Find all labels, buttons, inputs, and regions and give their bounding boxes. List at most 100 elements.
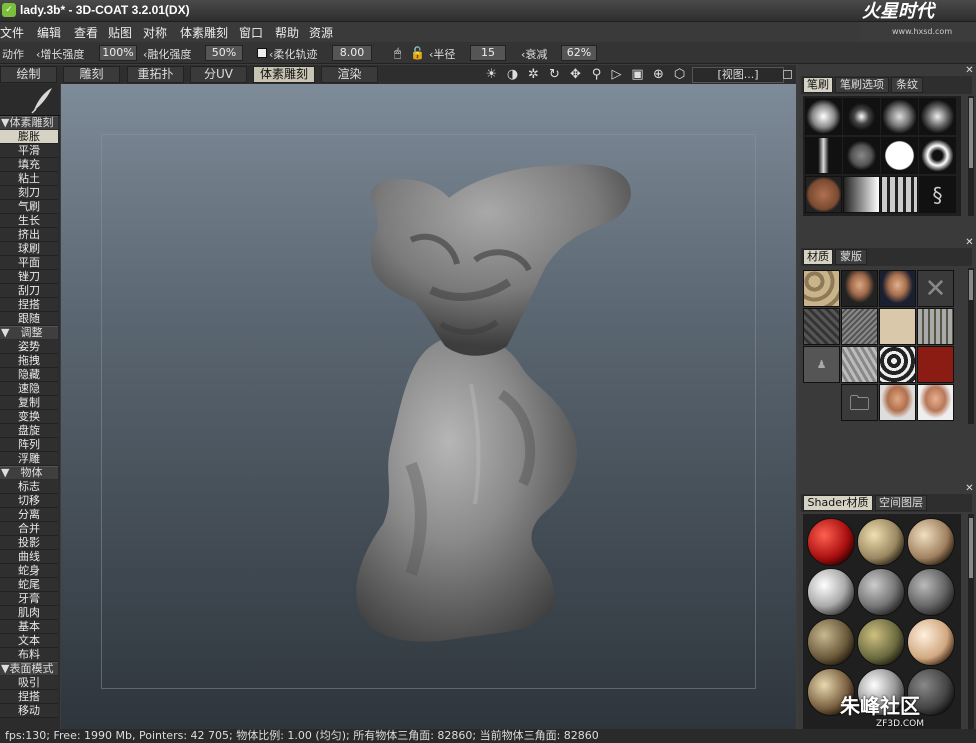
tool-section-header[interactable]: ▼ 物体: [0, 466, 58, 479]
tool-item[interactable]: 牙膏: [0, 592, 58, 606]
material-figure[interactable]: ♟: [803, 346, 840, 383]
tool-item[interactable]: 变换: [0, 410, 58, 424]
viewport-options-square[interactable]: [783, 70, 792, 79]
material-gravel[interactable]: [841, 308, 878, 345]
tool-item[interactable]: 平面: [0, 256, 58, 270]
radius-field[interactable]: 15: [470, 45, 506, 61]
material-face-1[interactable]: [841, 270, 878, 307]
tool-item[interactable]: 球刷: [0, 242, 58, 256]
tab-materials[interactable]: 材质: [803, 249, 833, 265]
material-folder-icon[interactable]: 🗀: [841, 384, 878, 421]
tool-item[interactable]: 生长: [0, 214, 58, 228]
3d-viewport[interactable]: [61, 84, 796, 729]
tool-item[interactable]: 捏搭: [0, 298, 58, 312]
tool-item[interactable]: 挤出: [0, 228, 58, 242]
tool-item[interactable]: 蛇身: [0, 564, 58, 578]
material-head-1[interactable]: [879, 384, 916, 421]
tab-retopo[interactable]: 重拓扑: [127, 66, 184, 83]
tool-item[interactable]: 分离: [0, 508, 58, 522]
menu-help[interactable]: 帮助: [275, 24, 299, 41]
brush-stick[interactable]: [805, 137, 842, 174]
tab-voxel-sculpt[interactable]: 体素雕刻: [253, 66, 315, 83]
brush-stroke-preview[interactable]: [0, 84, 60, 116]
material-head-2[interactable]: [917, 384, 954, 421]
contrast-icon[interactable]: ◑: [505, 67, 520, 82]
material-stone[interactable]: [841, 346, 878, 383]
tool-section-header[interactable]: ▼ 调整: [0, 326, 58, 339]
tool-item[interactable]: 填充: [0, 158, 58, 172]
tool-item[interactable]: 捏搭: [0, 690, 58, 704]
brush-hard-round[interactable]: [881, 137, 918, 174]
brush-small-round[interactable]: [843, 98, 880, 135]
falloff-field[interactable]: 62%: [561, 45, 597, 61]
tool-item[interactable]: 标志: [0, 480, 58, 494]
tool-item[interactable]: 姿势: [0, 340, 58, 354]
brush-ring[interactable]: [919, 137, 956, 174]
brush-pattern[interactable]: [881, 176, 918, 213]
brush-soft-round[interactable]: [805, 98, 842, 135]
menu-voxel-sculpt[interactable]: 体素雕刻: [180, 24, 228, 41]
voxel-model[interactable]: [61, 84, 796, 729]
material-leopard[interactable]: [879, 346, 916, 383]
tool-item[interactable]: 膨胀: [0, 130, 58, 144]
tool-item[interactable]: 合并: [0, 522, 58, 536]
tab-uv[interactable]: 分UV: [190, 66, 247, 83]
menu-symmetry[interactable]: 对称: [143, 24, 167, 41]
tool-section-header[interactable]: ▼体素雕刻: [0, 116, 58, 129]
tool-item[interactable]: 曲线: [0, 550, 58, 564]
tool-section-header[interactable]: ▼表面模式: [0, 662, 58, 675]
shader-panel-close-icon[interactable]: ✕: [965, 484, 974, 494]
tool-item[interactable]: 布料: [0, 648, 58, 662]
frame-icon[interactable]: ▣: [630, 67, 645, 82]
tool-item[interactable]: 吸引: [0, 676, 58, 690]
tool-item[interactable]: 隐藏: [0, 368, 58, 382]
tab-stripes[interactable]: 条纹: [891, 77, 923, 93]
smooth-strength-field[interactable]: 50%: [205, 45, 243, 61]
tool-item[interactable]: 锉刀: [0, 270, 58, 284]
shader-scrollbar[interactable]: [968, 514, 974, 729]
brush-gradient[interactable]: [843, 176, 880, 213]
tool-item[interactable]: 投影: [0, 536, 58, 550]
menu-resources[interactable]: 资源: [309, 24, 333, 41]
shader-gold[interactable]: [857, 518, 905, 566]
material-scrollbar[interactable]: [968, 268, 974, 424]
brush-scrollbar[interactable]: [968, 96, 974, 216]
tab-shader-materials[interactable]: Shader材质: [803, 495, 873, 511]
tool-item[interactable]: 盘旋: [0, 424, 58, 438]
material-delete-icon[interactable]: ✕: [917, 270, 954, 307]
soft-stroke-checkbox[interactable]: [257, 48, 267, 58]
shader-moss[interactable]: [857, 618, 905, 666]
shader-skin[interactable]: [907, 618, 955, 666]
lock-icon[interactable]: 🔓: [410, 46, 425, 60]
material-plaid[interactable]: [917, 308, 954, 345]
tool-item[interactable]: 肌肉: [0, 606, 58, 620]
tool-item[interactable]: 切移: [0, 494, 58, 508]
brush-medium-round[interactable]: [881, 98, 918, 135]
tab-layers[interactable]: 空间图层: [875, 495, 927, 511]
tool-item[interactable]: 基本: [0, 620, 58, 634]
shader-steel[interactable]: [857, 568, 905, 616]
material-red-leather[interactable]: [917, 346, 954, 383]
tab-paint[interactable]: 绘制: [0, 66, 57, 83]
tool-item[interactable]: 刮刀: [0, 284, 58, 298]
focus-icon[interactable]: ⊕: [651, 67, 666, 82]
tab-masks[interactable]: 蒙版: [835, 249, 867, 265]
cube-icon[interactable]: ⬡: [672, 67, 687, 82]
tool-item[interactable]: 复制: [0, 396, 58, 410]
brush-noise[interactable]: [843, 137, 880, 174]
tab-render[interactable]: 渲染: [321, 66, 378, 83]
rotate-icon[interactable]: ↻: [547, 67, 562, 82]
tab-brushes[interactable]: 笔刷: [803, 77, 833, 93]
sun-icon[interactable]: ✲: [526, 67, 541, 82]
shader-red[interactable]: [807, 518, 855, 566]
brush-texture[interactable]: [805, 176, 842, 213]
tool-item[interactable]: 蛇尾: [0, 578, 58, 592]
menu-texture[interactable]: 贴图: [108, 24, 132, 41]
tool-item[interactable]: 气刷: [0, 200, 58, 214]
shader-rock[interactable]: [807, 618, 855, 666]
tool-item[interactable]: 移动: [0, 704, 58, 718]
increase-strength-field[interactable]: 100%: [99, 45, 137, 61]
shader-chrome[interactable]: [807, 568, 855, 616]
menu-file[interactable]: 文件: [0, 24, 24, 41]
light-icon[interactable]: ☀: [484, 67, 499, 82]
